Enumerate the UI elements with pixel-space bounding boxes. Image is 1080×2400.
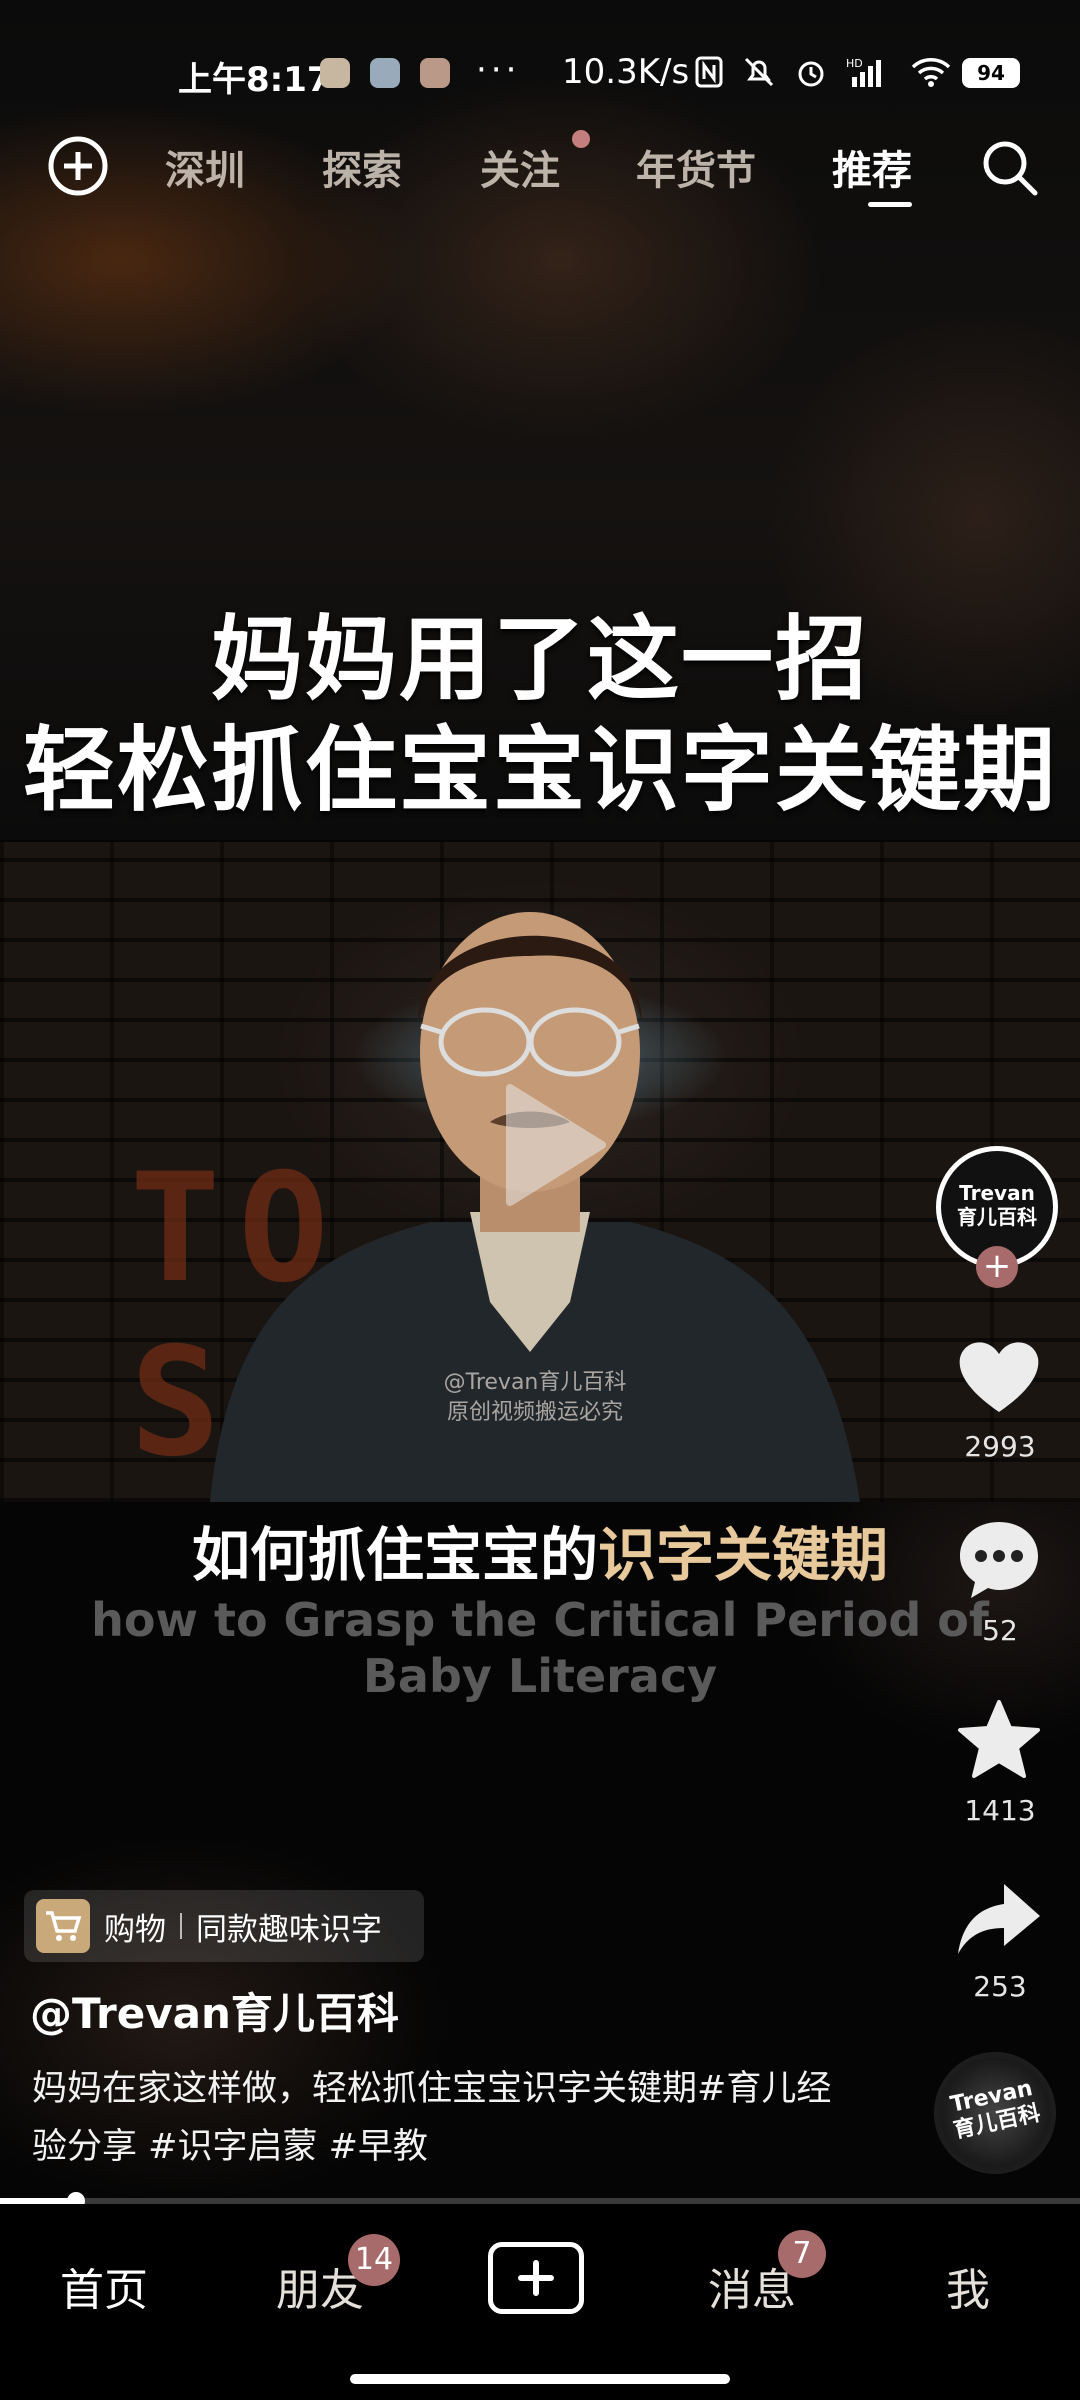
app-notification-icon <box>320 58 350 88</box>
favorite-count: 1413 <box>964 1794 1036 1827</box>
shopping-item: 同款趣味识字 <box>196 1911 382 1948</box>
share-count: 253 <box>973 1970 1027 2003</box>
play-icon[interactable] <box>500 1080 610 1210</box>
cellular-signal-icon: HD <box>846 57 881 87</box>
wifi-icon <box>911 58 951 87</box>
status-icons: HD <box>694 52 984 92</box>
battery-level: 94 <box>977 61 1005 85</box>
tab-new-year-goods[interactable]: 年货节 <box>636 138 756 196</box>
nav-me[interactable]: 我 <box>946 2254 990 2318</box>
messages-badge: 7 <box>778 2230 826 2278</box>
nav-home[interactable]: 首页 <box>60 2254 148 2318</box>
friends-badge: 14 <box>348 2234 400 2286</box>
watermark-line1: @Trevan育儿百科 <box>443 1370 627 1395</box>
more-notifications-indicator: ··· <box>476 50 521 90</box>
tab-following[interactable]: 关注 <box>480 138 560 196</box>
tab-shenzhen[interactable]: 深圳 <box>165 138 245 196</box>
subtitle-plain: 如何抓住宝宝的 <box>191 1521 598 1589</box>
alarm-icon <box>798 61 824 87</box>
active-tab-indicator <box>868 202 912 207</box>
search-icon[interactable] <box>978 136 1042 200</box>
video-subtitle-chinese: 如何抓住宝宝的识字关键期 <box>0 1508 1080 1592</box>
plus-icon <box>518 2260 554 2296</box>
video-subtitle-english: how to Grasp the Critical Period of Baby… <box>91 1593 989 1703</box>
author-username[interactable]: @Trevan育儿百科 <box>30 1980 399 2041</box>
comment-icon[interactable] <box>954 1514 1044 1604</box>
tab-explore[interactable]: 探索 <box>322 138 402 196</box>
subtitle-highlight: 识字关键期 <box>598 1521 889 1589</box>
nfc-icon <box>695 56 723 88</box>
like-heart-icon[interactable] <box>954 1332 1044 1422</box>
avatar-text-line2: 育儿百科 <box>957 1205 1037 1229</box>
add-circle-icon[interactable] <box>46 134 110 198</box>
create-button[interactable] <box>488 2242 584 2314</box>
shopping-label: 购物 <box>104 1911 166 1948</box>
mute-icon <box>744 57 774 87</box>
avatar-text-line1: Trevan <box>959 1181 1035 1205</box>
app-notification-icon <box>420 58 450 88</box>
svg-text:HD: HD <box>846 57 863 70</box>
post-description[interactable]: 妈妈在家这样做，轻松抓住宝宝识字关键期#育儿经验分享 #识字启蒙 #早教 <box>32 2060 832 2176</box>
watermark-line2: 原创视频搬运必究 <box>446 1400 623 1425</box>
video-watermark: @Trevan育儿百科 原创视频搬运必究 <box>420 1368 650 1428</box>
share-arrow-icon[interactable] <box>954 1874 1044 1964</box>
battery-indicator: 94 <box>962 58 1020 88</box>
bottom-nav: 首页 朋友 14 消息 7 我 <box>0 2204 1080 2400</box>
video-title-line2: 轻松抓住宝宝识字关键期 <box>22 717 1057 824</box>
top-nav: 深圳 探索 关注 年货节 推荐 <box>0 130 1080 230</box>
status-bar: 上午8:17 ··· 10.3K/s HD 94 <box>0 0 1080 140</box>
like-count: 2993 <box>964 1430 1036 1463</box>
app-notification-icon <box>370 58 400 88</box>
follow-plus-button[interactable]: + <box>976 1246 1018 1288</box>
shop-tag-divider <box>180 1913 182 1939</box>
following-notification-dot <box>572 130 590 148</box>
shopping-cart-icon <box>36 1899 90 1953</box>
shopping-tag[interactable]: 购物 同款趣味识字 <box>24 1890 424 1962</box>
home-indicator[interactable] <box>350 2374 730 2384</box>
tab-recommend[interactable]: 推荐 <box>832 138 912 196</box>
comment-count: 52 <box>982 1614 1018 1647</box>
status-time: 上午8:17 <box>178 60 331 100</box>
favorite-star-icon[interactable] <box>954 1696 1044 1786</box>
network-speed: 10.3K/s <box>562 52 690 92</box>
